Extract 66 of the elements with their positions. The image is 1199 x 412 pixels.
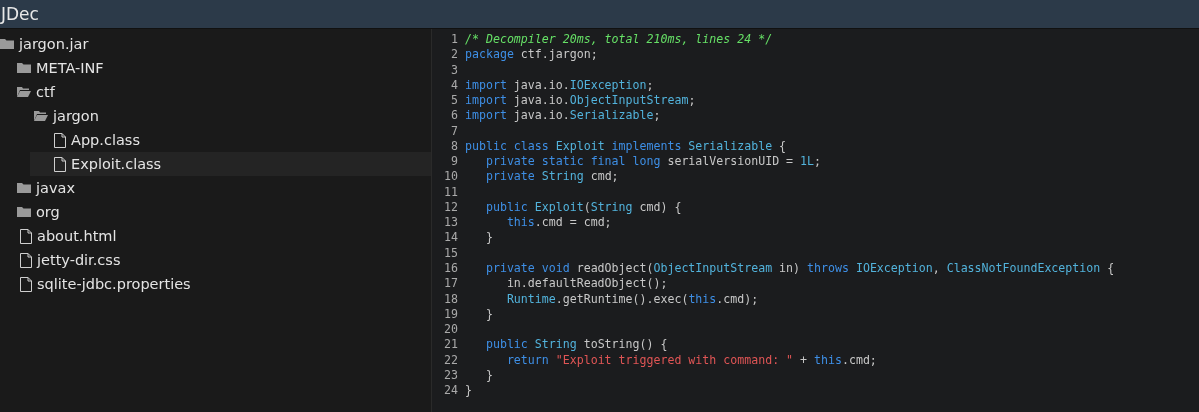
folder-icon [17, 206, 31, 218]
tree-item[interactable]: jargon.jar [0, 32, 431, 56]
line-number: 21 [443, 337, 458, 353]
code-line: import java.io.Serializable; [465, 108, 661, 124]
tree-item[interactable]: org [0, 200, 431, 224]
tree-item[interactable]: ctf [0, 80, 431, 104]
line-number: 18 [443, 291, 458, 307]
code-line: } [465, 383, 472, 399]
open-folder-icon [17, 86, 31, 98]
file-icon [20, 252, 32, 268]
line-number: 8 [450, 138, 458, 155]
line-number: 23 [443, 367, 458, 384]
code-line: public class Exploit implements Serializable { [465, 138, 787, 155]
tree-item[interactable]: jetty-dir.css [0, 248, 431, 272]
code-line: package ctf.jargon; [465, 47, 598, 63]
code-line: private void readObject(ObjectInputStream in) throws IOException, ClassNotFoundException { [484, 261, 1115, 277]
open-folder-icon [34, 110, 48, 122]
line-number: 16 [443, 261, 458, 277]
code-line: public String toString() { [484, 337, 668, 353]
tree-item[interactable]: META-INF [0, 56, 431, 80]
line-number: 15 [443, 245, 458, 261]
line-number: 2 [450, 47, 458, 63]
code-line: return "Exploit triggered with command: " + this.cmd; [505, 352, 877, 368]
code-line: } [484, 367, 493, 384]
code-line: private String cmd; [484, 169, 619, 185]
code-line: Runtime.getRuntime().exec(this.cmd); [505, 291, 759, 307]
code-line: } [484, 306, 493, 323]
code-line: public Exploit(String cmd) { [484, 199, 682, 216]
tree-item[interactable]: Exploit.class [30, 152, 431, 176]
line-number: 12 [443, 199, 458, 216]
line-number: 19 [443, 306, 458, 323]
tree-item[interactable]: about.html [0, 224, 431, 248]
line-number: 13 [443, 215, 458, 231]
folder-icon [17, 62, 31, 74]
file-icon [20, 276, 32, 292]
tree-item[interactable]: jargon [0, 104, 431, 128]
line-number: 3 [450, 62, 458, 78]
window-title: JDec [0, 4, 39, 24]
line-number: 10 [443, 169, 458, 185]
line-number: 1 [450, 32, 458, 48]
line-number: 7 [450, 123, 458, 139]
code-line: in.defaultReadObject(); [505, 276, 668, 292]
line-number: 20 [443, 322, 458, 338]
file-icon [20, 228, 32, 244]
tree-item[interactable]: sqlite-jdbc.properties [0, 272, 431, 296]
line-number: 4 [450, 77, 458, 94]
file-icon [54, 132, 66, 148]
line-number: 9 [450, 154, 458, 170]
line-number: 11 [443, 184, 458, 200]
line-number: 14 [443, 230, 458, 246]
code-line: } [484, 230, 493, 246]
code-line: import java.io.IOException; [465, 77, 654, 94]
folder-icon [17, 182, 31, 194]
code-line: private static final long serialVersionUID = 1L; [484, 154, 821, 170]
line-number: 17 [443, 276, 458, 292]
file-icon [54, 156, 66, 172]
code-line: /* Decompiler 20ms, total 210ms, lines 24 */ [465, 32, 773, 48]
code-line: import java.io.ObjectInputStream; [465, 93, 696, 109]
line-number: 24 [443, 383, 458, 399]
line-number: 22 [443, 352, 458, 368]
line-number: 6 [450, 108, 458, 124]
tree-item[interactable]: javax [0, 176, 431, 200]
line-number: 5 [450, 93, 458, 109]
tree-item[interactable]: App.class [0, 128, 431, 152]
folder-icon [0, 38, 14, 50]
code-line: this.cmd = cmd; [505, 215, 612, 231]
